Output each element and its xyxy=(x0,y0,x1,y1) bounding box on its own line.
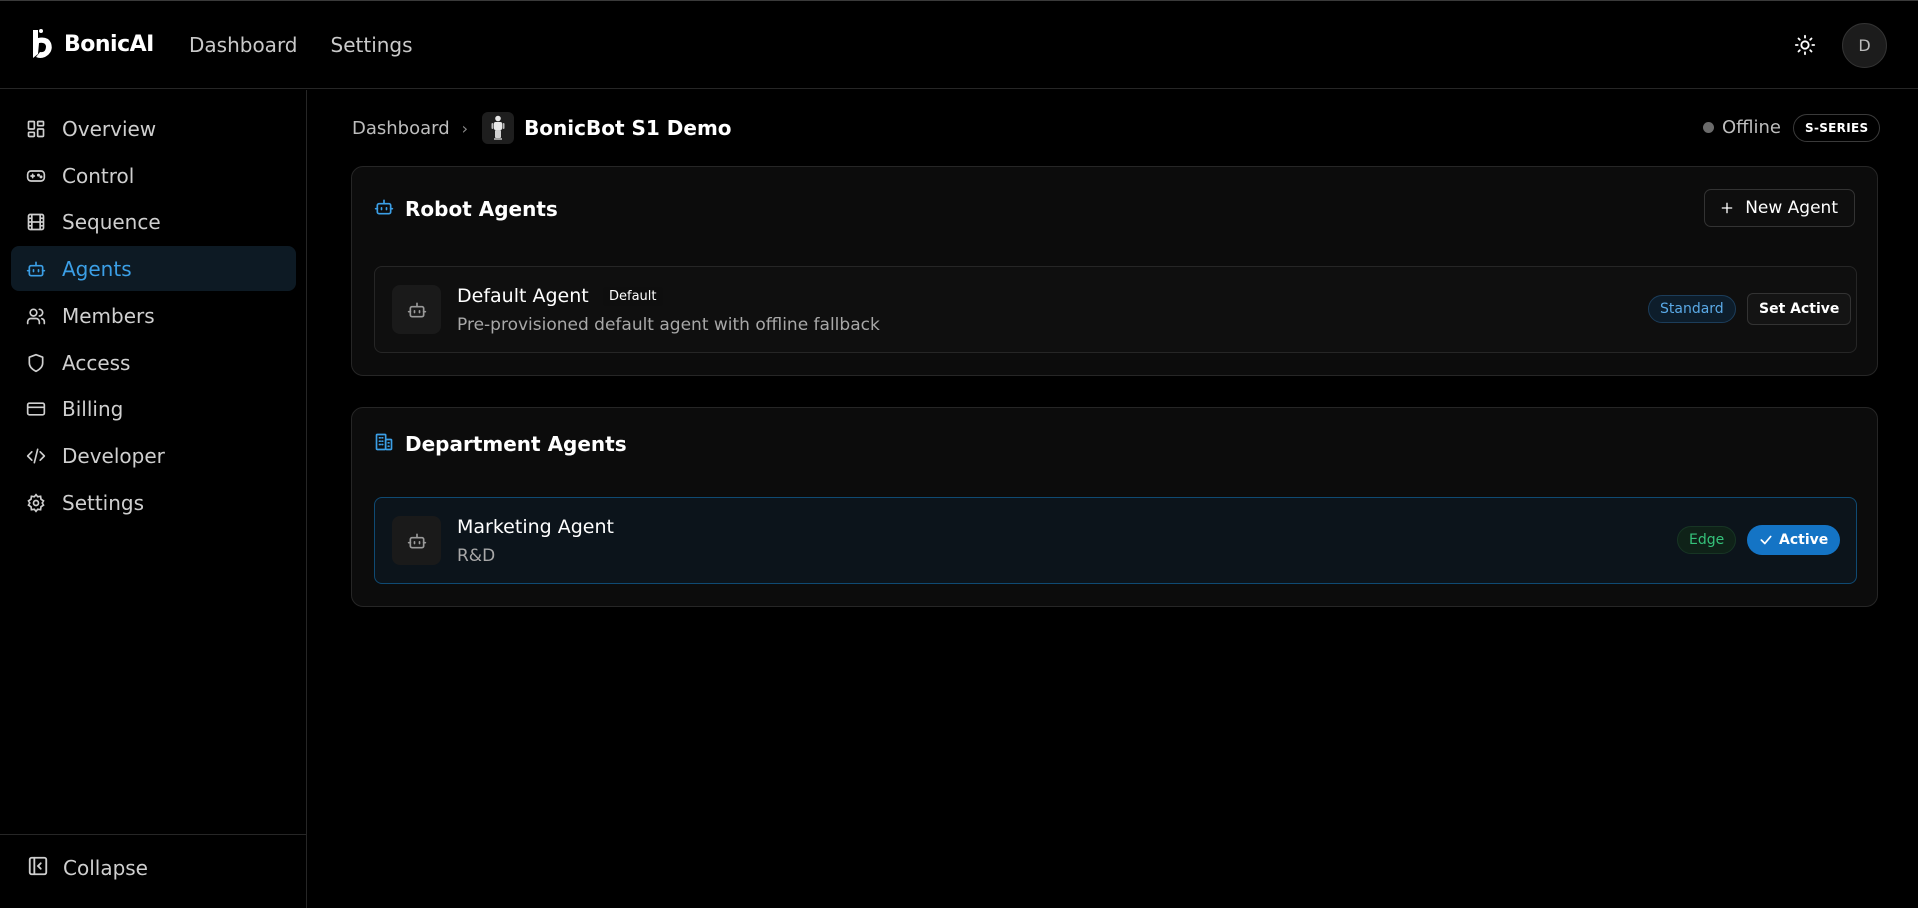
robot-icon xyxy=(25,258,47,280)
sidebar-item-label: Access xyxy=(62,350,131,375)
sun-icon xyxy=(1794,34,1816,56)
tier-badge: Edge xyxy=(1677,526,1737,554)
sidebar: Overview Control Sequence Agents Members… xyxy=(0,90,307,908)
humanoid-robot-icon xyxy=(491,115,505,140)
active-label: Active xyxy=(1779,532,1829,548)
user-avatar[interactable]: D xyxy=(1842,23,1887,68)
robot-thumbnail xyxy=(482,112,515,144)
new-agent-button[interactable]: New Agent xyxy=(1704,189,1855,227)
topnav-dashboard[interactable]: Dashboard xyxy=(189,33,298,57)
sidebar-item-overview[interactable]: Overview xyxy=(11,106,296,151)
robot-agents-card: Robot Agents New Agent Default Agent Def… xyxy=(351,166,1878,376)
agent-row-default[interactable]: Default Agent Default Pre-provisioned de… xyxy=(374,266,1857,353)
sidebar-item-label: Overview xyxy=(62,116,157,141)
agent-avatar xyxy=(392,516,441,565)
sidebar-item-agents[interactable]: Agents xyxy=(11,246,296,291)
active-button[interactable]: Active xyxy=(1747,525,1841,555)
top-bar: BonicAI Dashboard Settings D xyxy=(0,0,1918,89)
sidebar-item-label: Members xyxy=(62,303,155,328)
agent-name: Marketing Agent xyxy=(457,516,614,538)
status-indicator-dot xyxy=(1702,122,1714,133)
credit-card-icon xyxy=(25,398,47,420)
sidebar-item-label: Developer xyxy=(62,443,165,468)
tier-badge: Standard xyxy=(1648,295,1736,323)
device-status: Offline xyxy=(1702,117,1781,138)
code-icon xyxy=(25,445,47,467)
building-icon xyxy=(374,432,394,456)
status-text: Offline xyxy=(1721,117,1781,138)
robot-icon xyxy=(374,197,394,221)
sidebar-item-control[interactable]: Control xyxy=(11,153,296,198)
plus-icon xyxy=(1721,202,1733,214)
sidebar-item-access[interactable]: Access xyxy=(11,340,296,385)
section-title: Department Agents xyxy=(405,432,627,456)
chevron-right-icon: › xyxy=(461,118,469,138)
department-agents-card: Department Agents Marketing Agent R&D Ed… xyxy=(351,407,1878,607)
sidebar-item-sequence[interactable]: Sequence xyxy=(11,199,296,244)
sidebar-item-label: Control xyxy=(62,163,135,188)
section-title: Robot Agents xyxy=(405,197,558,221)
sidebar-footer: Collapse xyxy=(0,834,306,908)
film-icon xyxy=(25,211,47,233)
agent-name: Default Agent xyxy=(457,285,589,307)
brand-logo[interactable]: BonicAI xyxy=(30,28,154,60)
collapse-label: Collapse xyxy=(63,856,148,880)
sidebar-item-developer[interactable]: Developer xyxy=(11,433,296,478)
sidebar-item-label: Agents xyxy=(62,256,132,281)
grid-icon xyxy=(25,118,47,140)
agent-row-marketing[interactable]: Marketing Agent R&D Edge Active xyxy=(374,497,1857,584)
top-nav: Dashboard Settings xyxy=(189,33,413,57)
sidebar-item-billing[interactable]: Billing xyxy=(11,386,296,431)
agent-avatar xyxy=(392,285,441,334)
collapse-button[interactable]: Collapse xyxy=(27,855,148,881)
series-badge: S-SERIES xyxy=(1793,114,1881,142)
sidebar-item-members[interactable]: Members xyxy=(11,293,296,338)
agent-description: R&D xyxy=(457,546,496,566)
robot-icon xyxy=(407,533,426,548)
page-title: BonicBot S1 Demo xyxy=(524,116,732,140)
sidebar-item-settings[interactable]: Settings xyxy=(11,480,296,525)
breadcrumb: Dashboard › BonicBot S1 Demo xyxy=(352,110,732,146)
users-icon xyxy=(25,305,47,327)
gear-icon xyxy=(25,492,47,514)
bonicai-logo-icon xyxy=(33,29,52,58)
brand-name: BonicAI xyxy=(64,31,154,57)
gamepad-icon xyxy=(25,165,47,187)
sidebar-item-label: Settings xyxy=(62,490,145,515)
new-agent-label: New Agent xyxy=(1745,198,1838,218)
robot-agents-header: Robot Agents xyxy=(374,197,558,221)
set-active-button[interactable]: Set Active xyxy=(1747,293,1852,325)
sidebar-item-label: Sequence xyxy=(62,209,161,234)
robot-icon xyxy=(407,302,426,317)
topnav-settings[interactable]: Settings xyxy=(331,33,413,57)
breadcrumb-dashboard-link[interactable]: Dashboard xyxy=(352,118,450,139)
collapse-sidebar-icon xyxy=(27,855,49,881)
default-tag: Default xyxy=(603,287,663,306)
theme-toggle-button[interactable] xyxy=(1791,31,1819,59)
agent-description: Pre-provisioned default agent with offli… xyxy=(457,315,880,335)
department-agents-header: Department Agents xyxy=(374,432,627,456)
sidebar-item-label: Billing xyxy=(62,396,124,421)
shield-icon xyxy=(25,352,47,374)
check-icon xyxy=(1760,535,1772,545)
